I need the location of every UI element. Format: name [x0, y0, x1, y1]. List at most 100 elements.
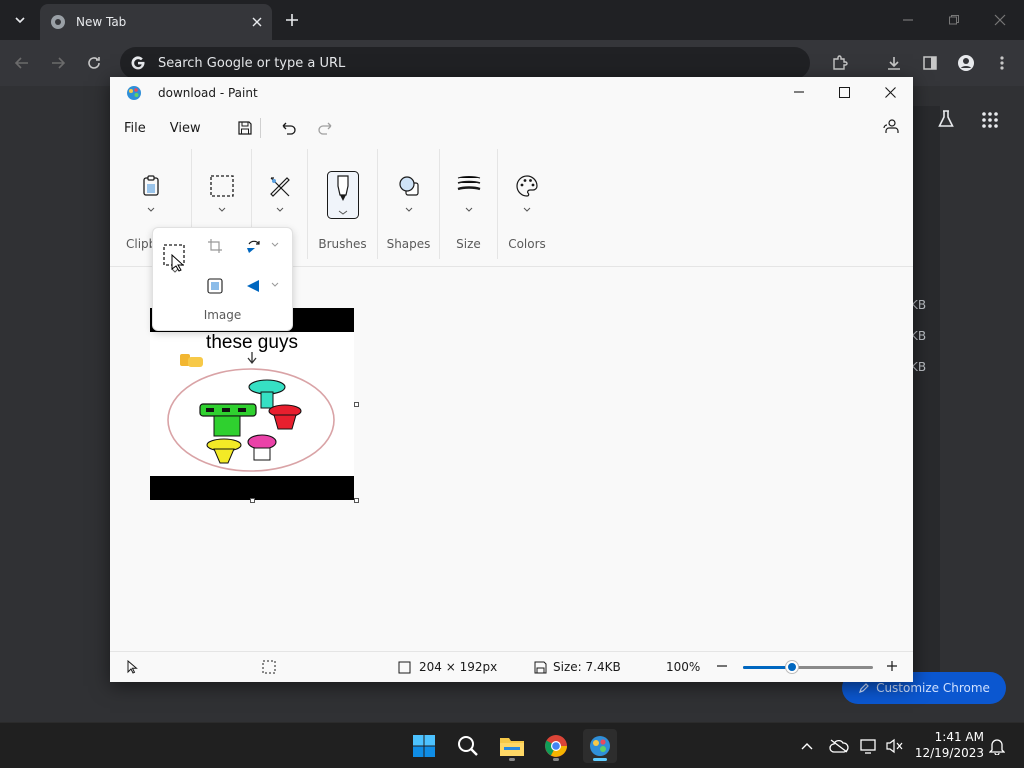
resize-handle-bottom[interactable]	[250, 498, 255, 503]
paint-maximize-button[interactable]	[821, 77, 867, 107]
image-canvas[interactable]: these guys	[150, 308, 354, 500]
image-group-label: Image	[203, 308, 242, 322]
redo-icon	[317, 122, 332, 135]
pencil-icon	[858, 682, 870, 694]
zoom-slider[interactable]	[743, 661, 873, 673]
search-button[interactable]	[451, 729, 485, 763]
chevron-up-icon	[801, 742, 813, 750]
chrome-menu-button[interactable]	[988, 49, 1016, 77]
customize-chrome-label: Customize Chrome	[876, 681, 990, 695]
system-clock[interactable]: 1:41 AM 12/19/2023	[912, 729, 984, 761]
save-icon	[534, 661, 547, 673]
crop-button[interactable]	[207, 238, 223, 254]
redo-button[interactable]	[311, 114, 341, 142]
brushes-group: Brushes	[308, 149, 378, 259]
minus-icon	[717, 665, 727, 667]
paint-app-icon	[126, 85, 142, 101]
side-panel-button[interactable]	[916, 49, 944, 77]
paint-menu-bar: File View	[110, 109, 913, 147]
clipboard-icon[interactable]	[141, 175, 161, 197]
zoom-slider-thumb[interactable]	[786, 661, 798, 673]
account-button[interactable]	[882, 118, 900, 136]
resize-handle-right[interactable]	[354, 402, 359, 407]
zoom-out-button[interactable]	[716, 660, 728, 672]
save-button[interactable]	[231, 114, 259, 142]
reload-button[interactable]	[80, 49, 108, 77]
size-group-label: Size	[456, 237, 481, 251]
tools-icon[interactable]	[268, 175, 292, 197]
chevron-down-icon[interactable]	[405, 207, 413, 212]
tab-search-button[interactable]	[6, 6, 34, 34]
maximize-icon	[838, 86, 850, 98]
flip-icon	[247, 280, 259, 292]
speaker-muted-icon	[886, 738, 904, 754]
crop-icon	[208, 239, 222, 253]
forward-button[interactable]	[44, 49, 72, 77]
chevron-down-icon[interactable]	[218, 207, 226, 212]
reload-icon	[86, 55, 102, 71]
start-button[interactable]	[407, 729, 441, 763]
file-menu[interactable]: File	[112, 115, 158, 142]
save-icon	[238, 121, 252, 135]
chevron-down-icon[interactable]	[147, 207, 155, 212]
minimize-chrome-button[interactable]	[894, 6, 922, 34]
shapes-icon[interactable]	[398, 175, 420, 197]
chevron-down-icon[interactable]	[271, 242, 279, 247]
file-explorer-button[interactable]	[495, 729, 529, 763]
brushes-button[interactable]	[326, 171, 359, 219]
notifications-button[interactable]	[980, 729, 1014, 763]
apps-grid-icon[interactable]	[982, 112, 998, 128]
extensions-button[interactable]	[826, 49, 854, 77]
restore-icon	[948, 14, 960, 26]
chrome-tab-strip: New Tab	[0, 0, 1024, 40]
omnibox-input[interactable]	[158, 55, 758, 71]
active-indicator	[593, 758, 607, 761]
volume-button[interactable]	[878, 729, 912, 763]
close-tab-icon[interactable]	[252, 17, 262, 27]
chevron-down-icon[interactable]	[465, 207, 473, 212]
running-indicator	[553, 758, 559, 761]
resize-handle-corner[interactable]	[354, 498, 359, 503]
close-chrome-button[interactable]	[986, 6, 1014, 34]
zoom-in-button[interactable]	[886, 660, 898, 672]
chrome-taskbar-button[interactable]	[539, 729, 573, 763]
onedrive-button[interactable]	[822, 729, 856, 763]
selection-size-icon	[262, 660, 276, 674]
color-palette-icon[interactable]	[516, 175, 538, 197]
rotate-button[interactable]	[245, 238, 263, 254]
profile-button[interactable]	[952, 49, 980, 77]
restore-chrome-button[interactable]	[940, 6, 968, 34]
chevron-down-icon	[14, 14, 26, 26]
resize-image-button[interactable]	[207, 278, 223, 294]
close-icon	[994, 14, 1006, 26]
size-group: Size	[440, 149, 498, 259]
tab-new-tab[interactable]: New Tab	[40, 4, 272, 40]
back-button[interactable]	[8, 49, 36, 77]
show-hidden-icons-button[interactable]	[790, 729, 824, 763]
paint-minimize-button[interactable]	[776, 77, 822, 107]
pointer-position-icon	[126, 660, 138, 674]
labs-icon[interactable]	[938, 110, 954, 128]
stroke-size-icon[interactable]	[457, 175, 481, 195]
paint-taskbar-button[interactable]	[583, 729, 617, 763]
chevron-down-icon[interactable]	[276, 207, 284, 212]
chevron-down-icon[interactable]	[271, 282, 279, 287]
select-rectangle-icon[interactable]	[209, 175, 234, 197]
download-icon	[886, 55, 902, 71]
new-tab-button[interactable]	[278, 6, 306, 34]
file-size-text: Size: 7.4KB	[553, 660, 621, 674]
folder-icon	[499, 735, 525, 757]
chevron-down-icon[interactable]	[523, 207, 531, 212]
paint-status-bar: 204 × 192px Size: 7.4KB 100%	[110, 651, 913, 682]
view-menu[interactable]: View	[158, 115, 213, 142]
paint-close-button[interactable]	[867, 77, 913, 107]
image-drawing	[167, 352, 335, 472]
undo-button[interactable]	[273, 114, 303, 142]
omnibox[interactable]	[120, 47, 810, 79]
paint-window-title: download - Paint	[158, 86, 258, 100]
paint-title-bar[interactable]: download - Paint	[110, 77, 913, 109]
flip-button[interactable]	[245, 278, 263, 294]
downloads-button[interactable]	[880, 49, 908, 77]
mouse-cursor-icon	[171, 254, 183, 272]
cloud-offline-icon	[829, 739, 849, 753]
